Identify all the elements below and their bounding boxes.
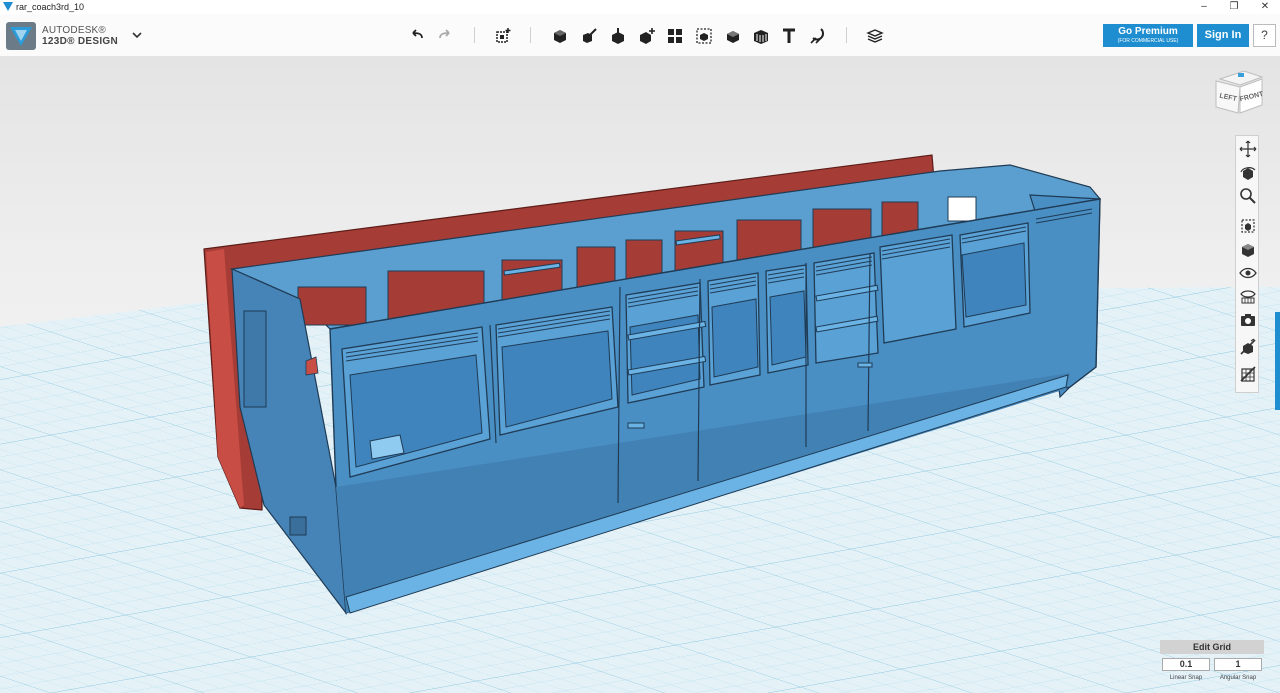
toolbar-separator: [474, 27, 475, 43]
view-icon[interactable]: [1238, 240, 1258, 260]
minimize-button[interactable]: –: [1189, 0, 1219, 14]
side-panel-toggle[interactable]: [1275, 312, 1280, 410]
go-premium-button[interactable]: Go Premium (FOR COMMERCIAL USE): [1103, 24, 1193, 47]
angular-snap-label: Angular Snap: [1219, 675, 1257, 681]
go-premium-label: Go Premium: [1118, 26, 1178, 37]
modify-icon[interactable]: [637, 26, 657, 46]
help-button[interactable]: ?: [1253, 24, 1276, 47]
3d-viewport[interactable]: LEFT FRONT: [0, 57, 1280, 693]
hide-sketch-icon[interactable]: [1238, 337, 1258, 357]
linear-snap-label: Linear Snap: [1169, 675, 1203, 681]
sign-in-button[interactable]: Sign In: [1197, 24, 1249, 47]
view-cube-home-icon[interactable]: [1238, 73, 1244, 77]
group-icon[interactable]: [694, 26, 714, 46]
material-icon[interactable]: [865, 26, 885, 46]
close-button[interactable]: ✕: [1250, 0, 1280, 14]
snap-icon[interactable]: [808, 26, 828, 46]
transform-icon[interactable]: [493, 26, 513, 46]
primitives-icon[interactable]: [550, 26, 570, 46]
left-end-window: [243, 310, 267, 408]
sketch-icon[interactable]: [579, 26, 599, 46]
visibility-icon[interactable]: [1238, 263, 1258, 283]
orbit-icon[interactable]: [1238, 163, 1258, 183]
linear-snap-input[interactable]: 0.1: [1162, 658, 1210, 671]
pan-icon[interactable]: [1238, 139, 1258, 159]
hide-mesh-icon[interactable]: [1238, 364, 1258, 384]
edit-grid-button[interactable]: Edit Grid: [1160, 640, 1264, 654]
combine-icon[interactable]: [723, 26, 743, 46]
main-toolbar: AUTODESK® 123D® DESIGN Go Premium (FOR C…: [0, 14, 1280, 57]
pattern-icon[interactable]: [665, 26, 685, 46]
app-logo-icon[interactable]: [6, 22, 36, 50]
title-bar: rar_coach3rd_10 – ❐ ✕: [0, 0, 1280, 14]
undo-icon[interactable]: [407, 26, 427, 46]
maximize-button[interactable]: ❐: [1219, 0, 1249, 14]
camera-icon[interactable]: [1238, 310, 1258, 330]
toolbar-separator: [846, 27, 847, 43]
grid-panel: Edit Grid 0.1 1 Linear Snap Angular Snap: [1160, 640, 1264, 688]
go-premium-sublabel: (FOR COMMERCIAL USE): [1117, 38, 1179, 44]
material-view-icon[interactable]: [1238, 286, 1258, 306]
construct-icon[interactable]: [608, 26, 628, 46]
left-end-step: [289, 516, 307, 536]
navigation-bar: [1235, 135, 1259, 393]
measure-icon[interactable]: [751, 26, 771, 46]
far-end-window: [947, 196, 977, 222]
zoom-icon[interactable]: [1238, 186, 1258, 206]
angular-snap-input[interactable]: 1: [1214, 658, 1262, 671]
redo-icon[interactable]: [435, 26, 455, 46]
app-menu-chevron-icon[interactable]: [130, 28, 144, 42]
window-title: rar_coach3rd_10: [16, 2, 85, 12]
fit-icon[interactable]: [1238, 216, 1258, 236]
brand-product: 123D® DESIGN: [42, 36, 118, 47]
app-icon: [3, 2, 13, 11]
brand-company: AUTODESK®: [42, 25, 106, 36]
toolbar-separator: [530, 27, 531, 43]
text-icon[interactable]: [779, 26, 799, 46]
